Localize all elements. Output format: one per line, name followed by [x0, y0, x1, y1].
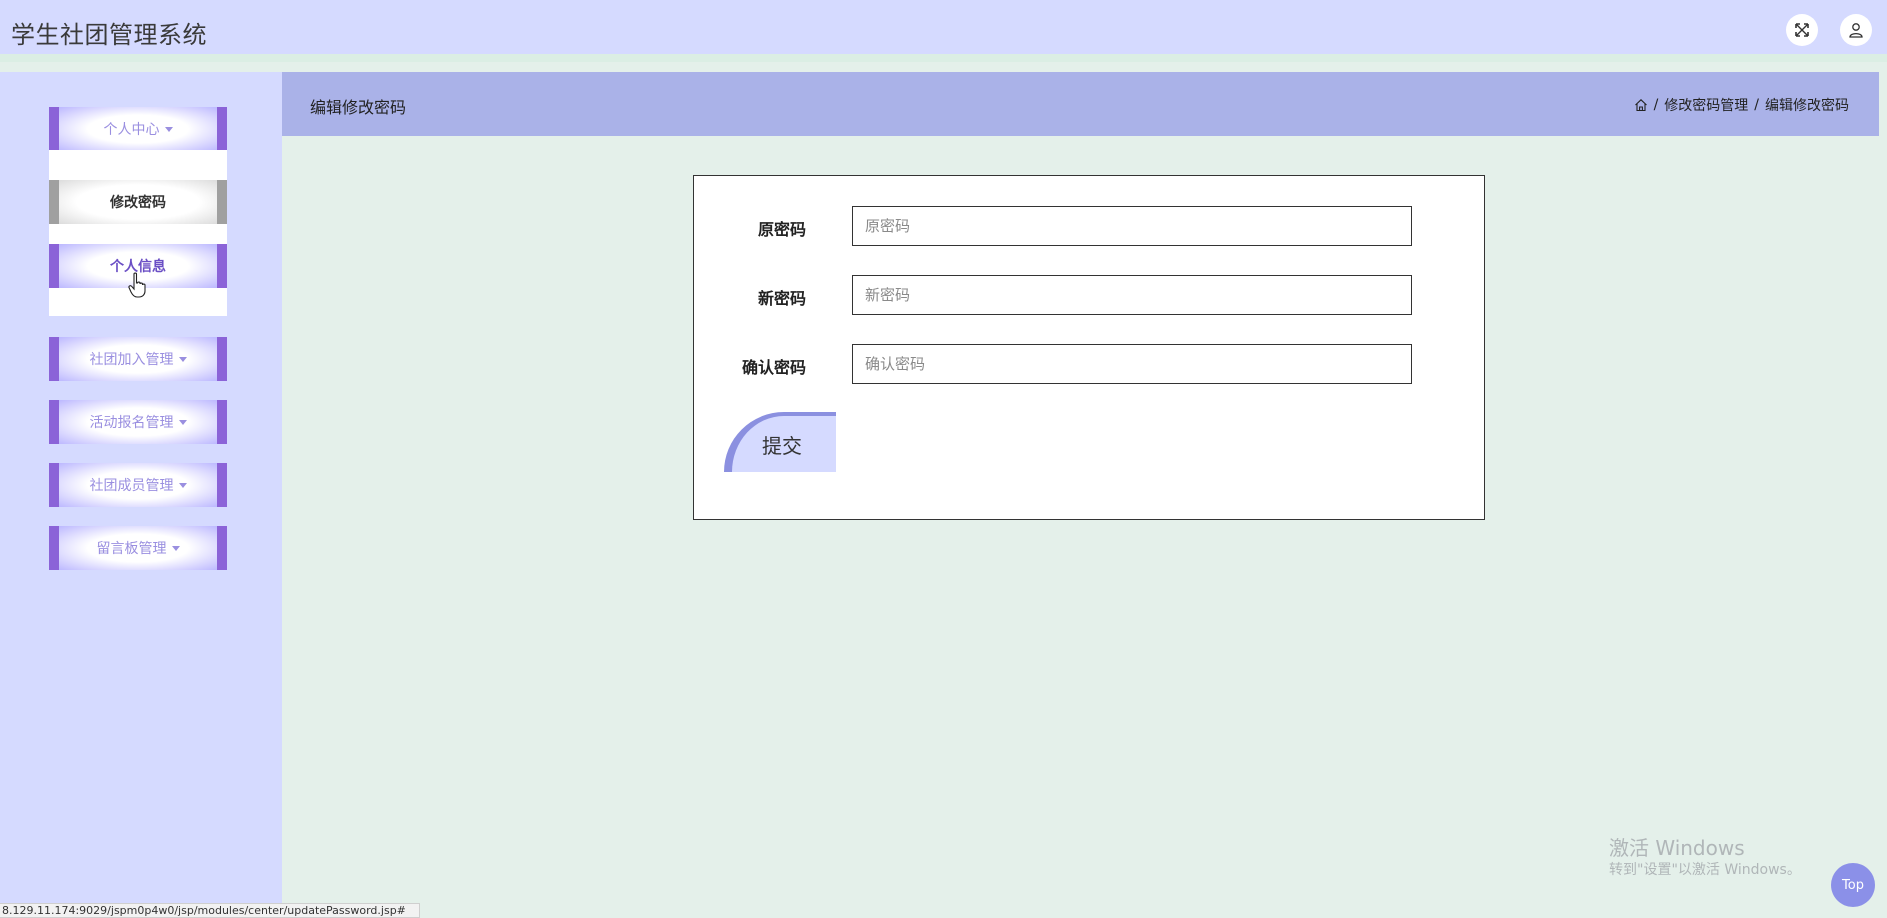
home-icon[interactable] — [1634, 98, 1648, 112]
status-bar-url: 8.129.11.174:9029/jspm0p4w0/jsp/modules/… — [0, 903, 420, 918]
sidebar: 个人中心 修改密码 个人信息 社团加入管理 活动报名管理 社团成员管理 留言板管… — [0, 72, 282, 918]
menu-label: 社团加入管理 — [89, 352, 174, 368]
caret-down-icon — [178, 419, 187, 425]
menu-label: 个人中心 — [103, 122, 160, 138]
breadcrumb-item-edit-password: 编辑修改密码 — [1765, 98, 1849, 114]
windows-watermark-subtitle: 转到"设置"以激活 Windows。 — [1609, 862, 1801, 878]
menu-label: 活动报名管理 — [89, 415, 174, 431]
breadcrumb-bar: 编辑修改密码 / 修改密码管理 / 编辑修改密码 — [282, 72, 1879, 136]
hand-cursor-icon — [128, 272, 146, 298]
menu-label: 留言板管理 — [96, 541, 167, 557]
breadcrumb-separator: / — [1754, 97, 1759, 113]
form-row-old-password: 原密码 — [694, 206, 1484, 246]
breadcrumb-item-password-management[interactable]: 修改密码管理 — [1664, 95, 1748, 115]
old-password-input[interactable] — [852, 206, 1412, 246]
caret-down-icon — [171, 545, 180, 551]
user-button[interactable] — [1840, 14, 1872, 46]
user-icon — [1849, 23, 1863, 38]
sidebar-menu-club-join[interactable]: 社团加入管理 — [49, 337, 227, 381]
caret-down-icon — [178, 482, 187, 488]
menu-label: 社团成员管理 — [89, 478, 174, 494]
old-password-label: 原密码 — [757, 220, 806, 239]
sidebar-menu-club-members[interactable]: 社团成员管理 — [49, 463, 227, 507]
page-title: 编辑修改密码 — [310, 98, 407, 117]
sidebar-menu-activity-signup[interactable]: 活动报名管理 — [49, 400, 227, 444]
submenu-label: 修改密码 — [110, 195, 166, 211]
new-password-input[interactable] — [852, 275, 1412, 315]
caret-down-icon — [164, 126, 173, 132]
fullscreen-button[interactable] — [1786, 14, 1818, 46]
password-form: 原密码 新密码 确认密码 提交 — [693, 175, 1485, 520]
fullscreen-icon — [1795, 23, 1809, 37]
form-row-new-password: 新密码 — [694, 275, 1484, 315]
windows-watermark-title: 激活 Windows — [1609, 836, 1745, 860]
top-header: 学生社团管理系统 — [0, 0, 1887, 62]
back-to-top-button[interactable]: Top — [1831, 863, 1875, 907]
submit-button[interactable]: 提交 — [724, 412, 836, 472]
form-row-confirm-password: 确认密码 — [694, 344, 1484, 384]
caret-down-icon — [178, 356, 187, 362]
sidebar-menu-personal-center[interactable]: 个人中心 — [49, 107, 227, 151]
confirm-password-label: 确认密码 — [741, 358, 806, 377]
confirm-password-input[interactable] — [852, 344, 1412, 384]
breadcrumb: / 修改密码管理 / 编辑修改密码 — [1634, 95, 1849, 115]
new-password-label: 新密码 — [757, 289, 806, 308]
submenu-item-change-password[interactable]: 修改密码 — [49, 180, 227, 224]
sidebar-menu-message-board[interactable]: 留言板管理 — [49, 526, 227, 570]
app-title: 学生社团管理系统 — [11, 21, 207, 49]
breadcrumb-separator: / — [1653, 97, 1659, 113]
